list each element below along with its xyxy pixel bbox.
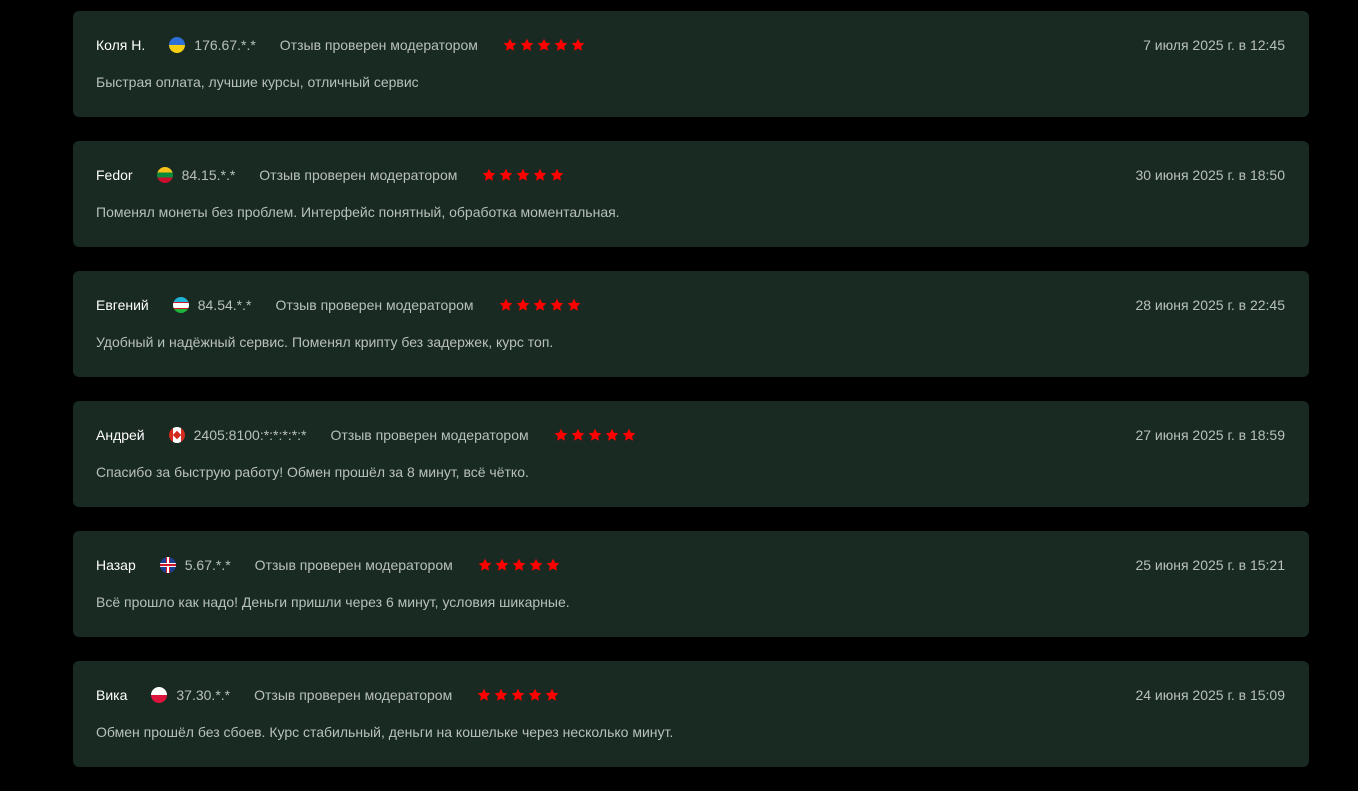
review-ip: 5.67.*.*: [184, 557, 231, 573]
verified-label: Отзыв проверен модератором: [254, 687, 453, 703]
review-text: Быстрая оплата, лучшие курсы, отличный с…: [96, 74, 419, 90]
review-ip: 84.54.*.*: [197, 297, 252, 313]
star-icon: [550, 298, 563, 311]
star-icon: [537, 38, 551, 51]
star-icon: [554, 38, 568, 51]
lt-flag-icon: [156, 167, 173, 183]
review-date: 30 июня 2025 г. в 18:50: [1135, 167, 1285, 183]
star-icon: [499, 168, 513, 181]
review-text: Поменял монеты без проблем. Интерфейс по…: [96, 204, 620, 220]
reviews-list: Коля Н. 176.67.*.* Отзыв проверен модера…: [73, 11, 1309, 791]
review-header: Евгений 84.54.*.* Отзыв проверен модерат…: [96, 296, 1285, 314]
review-text: Всё прошло как надо! Деньги пришли через…: [96, 594, 570, 610]
star-icon: [495, 558, 509, 571]
review-text: Спасибо за быструю работу! Обмен прошёл …: [96, 464, 529, 480]
verified-label: Отзыв проверен модератором: [330, 427, 529, 443]
star-icon: [622, 428, 636, 441]
rating-stars: [477, 557, 561, 573]
review-header: Fedor 84.15.*.* Отзыв проверен модератор…: [96, 166, 1285, 184]
review-author: Fedor: [96, 167, 133, 183]
review-card: Андрей 2405:8100:*:*:*:*:* Отзыв провере…: [73, 401, 1309, 507]
star-icon: [482, 168, 496, 181]
review-header: Назар 5.67.*.* Отзыв проверен модераторо…: [96, 556, 1285, 574]
review-text: Обмен прошёл без сбоев. Курс стабильный,…: [96, 724, 674, 740]
review-card: Евгений 84.54.*.* Отзыв проверен модерат…: [73, 271, 1309, 377]
star-icon: [520, 38, 534, 51]
star-icon: [516, 168, 530, 181]
gb-flag-icon: [159, 557, 176, 573]
star-icon: [533, 298, 546, 311]
review-author: Вика: [96, 687, 128, 703]
star-icon: [478, 558, 492, 571]
review-header: Коля Н. 176.67.*.* Отзыв проверен модера…: [96, 36, 1285, 54]
review-card: Fedor 84.15.*.* Отзыв проверен модератор…: [73, 141, 1309, 247]
star-icon: [571, 428, 585, 441]
review-card: Назар 5.67.*.* Отзыв проверен модераторо…: [73, 531, 1309, 637]
review-card: Вика 37.30.*.* Отзыв проверен модераторо…: [73, 661, 1309, 767]
star-icon: [533, 168, 547, 181]
rating-stars: [502, 37, 586, 53]
star-icon: [494, 688, 508, 701]
review-date: 24 июня 2025 г. в 15:09: [1135, 687, 1285, 703]
pl-flag-icon: [151, 687, 168, 703]
star-icon: [588, 428, 602, 441]
star-icon: [499, 298, 512, 311]
uz-flag-icon: [172, 297, 189, 313]
review-author: Евгений: [96, 297, 149, 313]
review-author: Андрей: [96, 427, 145, 443]
star-icon: [567, 298, 580, 311]
review-author: Коля Н.: [96, 37, 146, 53]
verified-label: Отзыв проверен модератором: [279, 37, 478, 53]
review-card: Коля Н. 176.67.*.* Отзыв проверен модера…: [73, 11, 1309, 117]
review-header: Андрей 2405:8100:*:*:*:*:* Отзыв провере…: [96, 426, 1285, 444]
verified-label: Отзыв проверен модератором: [275, 297, 474, 313]
verified-label: Отзыв проверен модератором: [259, 167, 458, 183]
ca-flag-icon: [168, 427, 185, 443]
star-icon: [503, 38, 517, 51]
ua-flag-icon: [169, 37, 186, 53]
review-header: Вика 37.30.*.* Отзыв проверен модераторо…: [96, 686, 1285, 704]
review-ip: 2405:8100:*:*:*:*:*: [193, 427, 307, 443]
review-ip: 176.67.*.*: [194, 37, 256, 53]
star-icon: [605, 428, 619, 441]
rating-stars: [553, 427, 637, 443]
review-text: Удобный и надёжный сервис. Поменял крипт…: [96, 334, 554, 350]
star-icon: [529, 558, 543, 571]
star-icon: [571, 38, 585, 51]
review-date: 28 июня 2025 г. в 22:45: [1135, 297, 1285, 313]
review-ip: 84.15.*.*: [181, 167, 236, 183]
review-date: 27 июня 2025 г. в 18:59: [1135, 427, 1285, 443]
review-ip: 37.30.*.*: [176, 687, 231, 703]
star-icon: [477, 688, 491, 701]
star-icon: [528, 688, 542, 701]
star-icon: [512, 558, 526, 571]
review-date: 25 июня 2025 г. в 15:21: [1135, 557, 1285, 573]
star-icon: [554, 428, 568, 441]
star-icon: [546, 558, 560, 571]
review-date: 7 июля 2025 г. в 12:45: [1143, 37, 1285, 53]
star-icon: [516, 298, 529, 311]
rating-stars: [481, 167, 565, 183]
star-icon: [511, 688, 525, 701]
rating-stars: [498, 297, 582, 313]
verified-label: Отзыв проверен модератором: [254, 557, 453, 573]
star-icon: [550, 168, 564, 181]
rating-stars: [476, 687, 560, 703]
review-author: Назар: [96, 557, 136, 573]
star-icon: [545, 688, 559, 701]
